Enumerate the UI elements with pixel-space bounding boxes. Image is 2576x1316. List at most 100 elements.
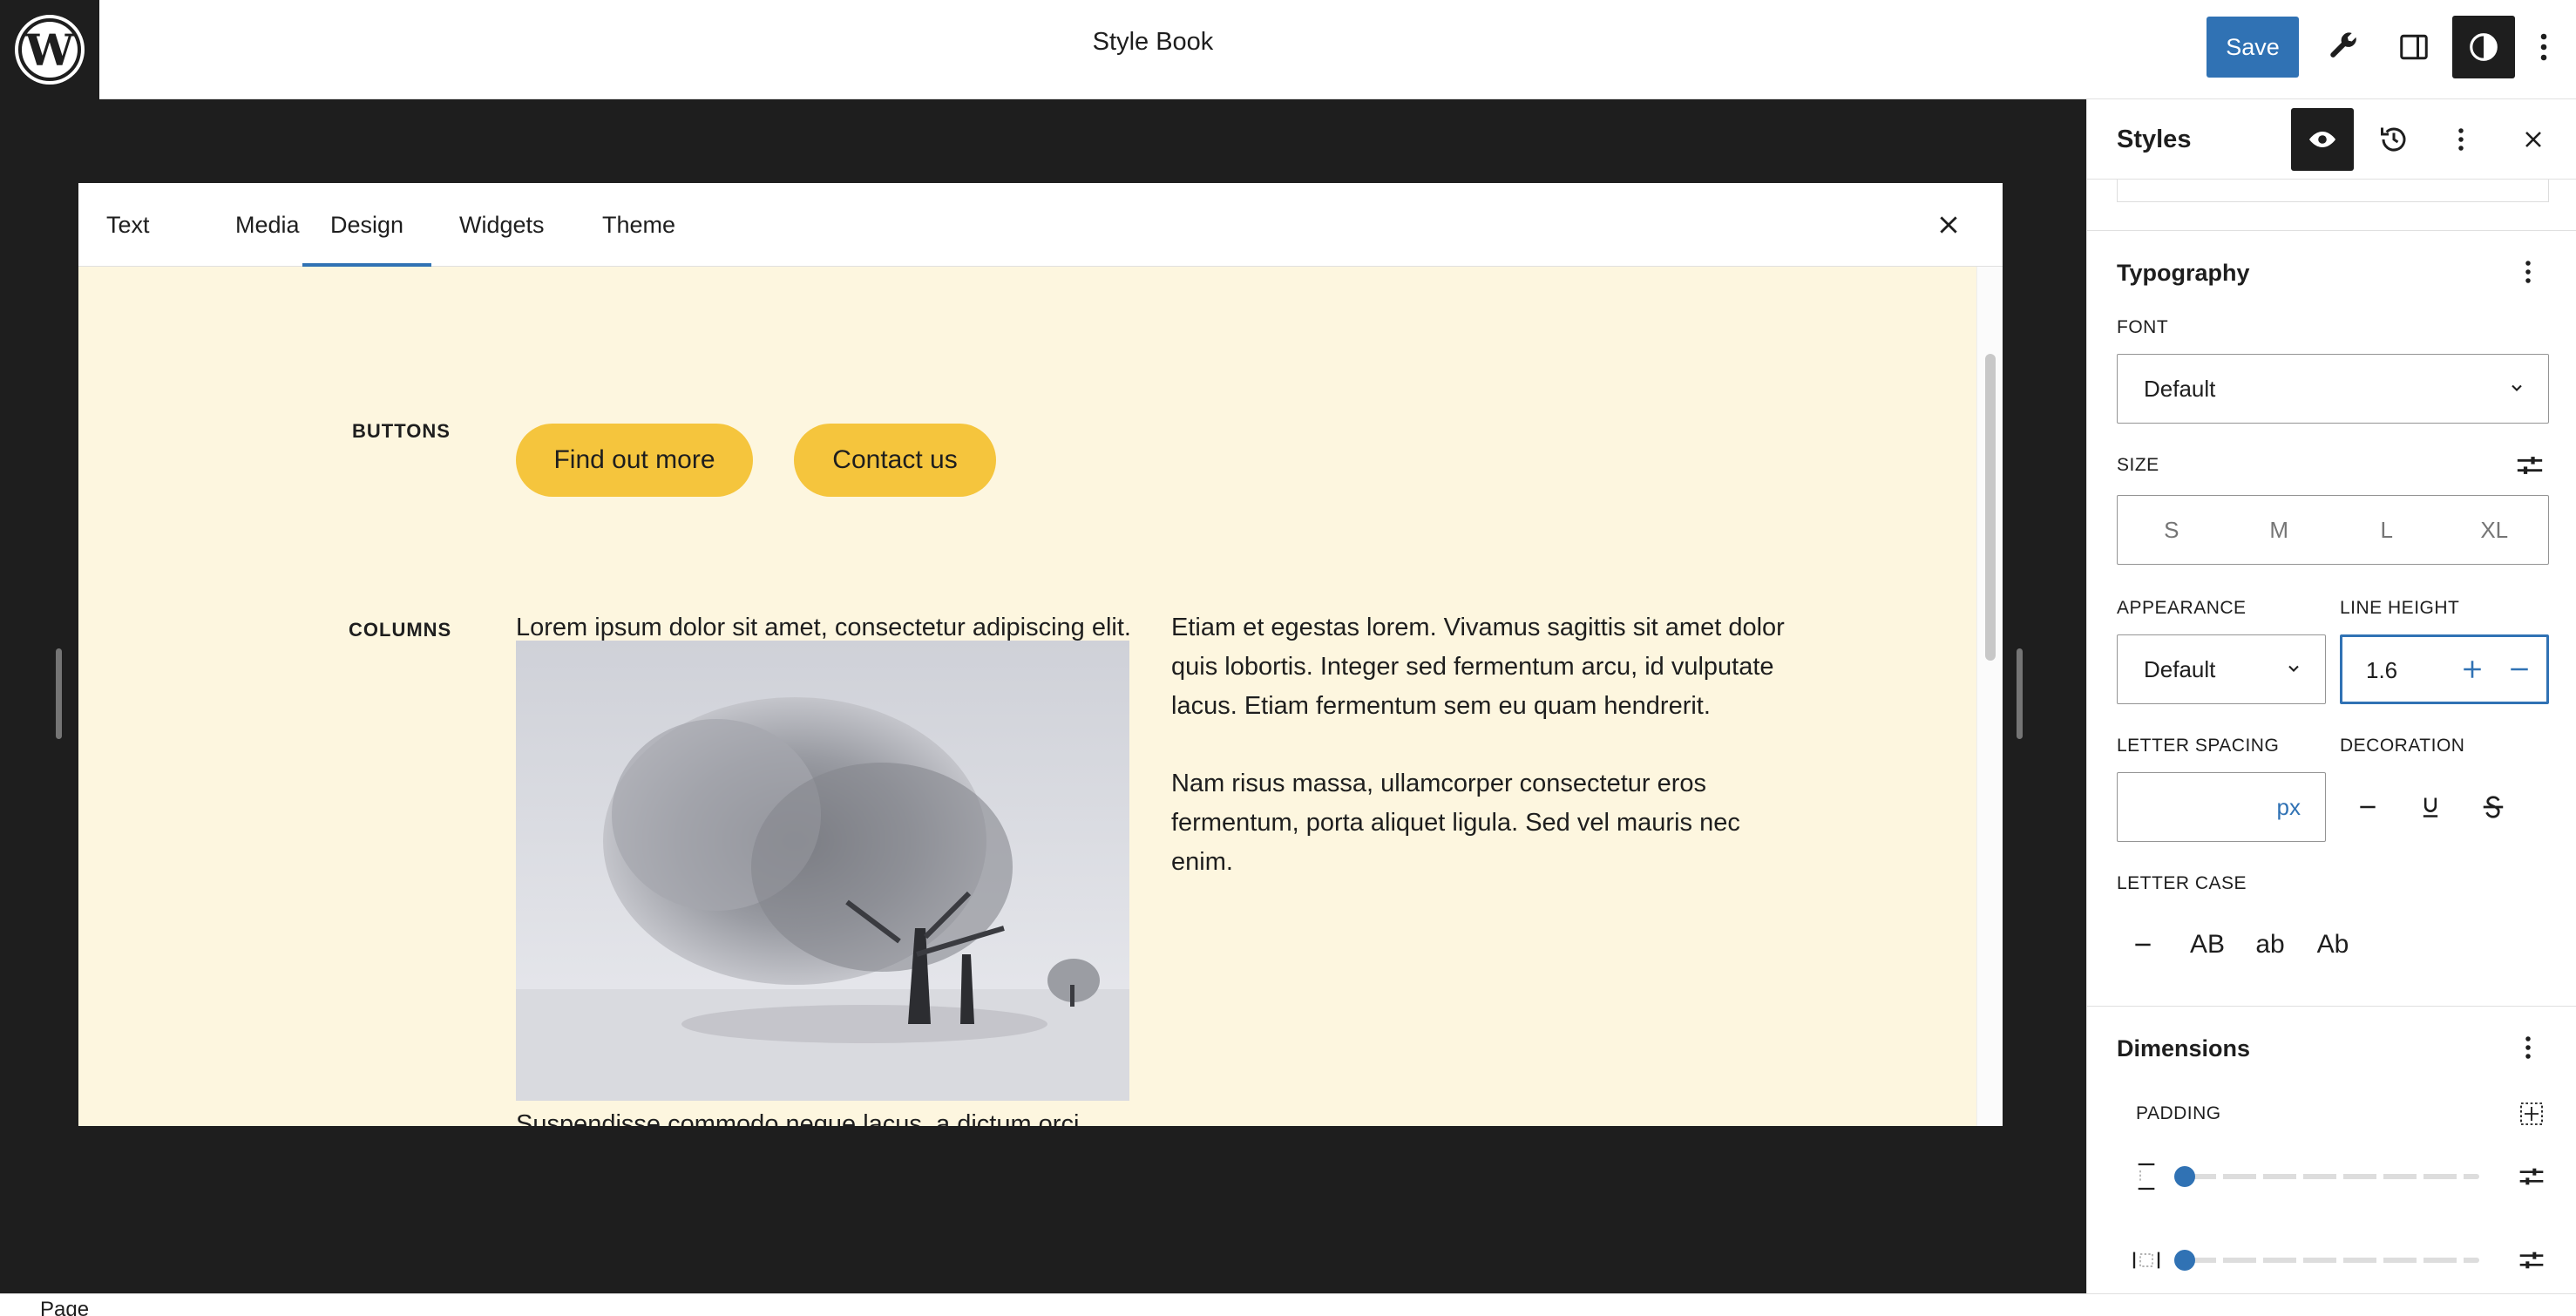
letter-case-lowercase-button[interactable]: ab	[2246, 920, 2295, 969]
padding-vertical-track[interactable]	[2183, 1174, 2479, 1179]
close-icon	[2525, 132, 2541, 147]
padding-horizontal-custom-toggle[interactable]	[2507, 1236, 2556, 1285]
custom-size-toggle[interactable]	[2505, 441, 2554, 490]
decoration-underline-button[interactable]	[2406, 783, 2455, 831]
close-styles-button[interactable]	[2509, 108, 2558, 171]
sidebar-title: Styles	[2117, 125, 2192, 153]
right-resize-handle[interactable]	[2017, 648, 2023, 739]
line-height-decrement-button[interactable]	[2502, 652, 2537, 687]
more-vertical-icon	[2525, 1036, 2531, 1059]
font-size-picker: S M L XL	[2117, 495, 2549, 565]
contact-us-button[interactable]: Contact us	[794, 424, 996, 497]
font-select-value: Default	[2144, 376, 2216, 402]
size-option-xl[interactable]: XL	[2441, 496, 2549, 564]
tools-button[interactable]	[2313, 16, 2376, 78]
settings-sliders-icon	[2517, 457, 2543, 474]
settings-sliders-icon	[2519, 1252, 2544, 1269]
minus-icon	[2135, 943, 2151, 946]
sides-axial-icon	[2520, 1102, 2543, 1125]
letter-case-none-button[interactable]	[2118, 920, 2167, 969]
tab-theme[interactable]: Theme	[574, 183, 703, 267]
typography-options-button[interactable]	[2504, 248, 2552, 296]
close-style-book-button[interactable]	[1928, 204, 1969, 246]
dimensions-title: Dimensions	[2117, 1035, 2251, 1062]
breadcrumb-item-page[interactable]: Page	[40, 1298, 89, 1316]
appearance-select-value: Default	[2144, 656, 2216, 682]
minus-icon	[2511, 668, 2528, 671]
save-button[interactable]: Save	[2207, 17, 2299, 78]
minus-icon	[2360, 805, 2376, 809]
typography-title: Typography	[2117, 260, 2250, 286]
font-label: FONT	[2117, 317, 2169, 337]
section-label-buttons: BUTTONS	[352, 420, 451, 442]
close-icon	[1940, 216, 1957, 234]
strikethrough-icon	[2483, 796, 2504, 818]
options-menu-button[interactable]	[2522, 16, 2566, 78]
find-out-more-button[interactable]: Find out more	[516, 424, 753, 497]
left-resize-handle[interactable]	[56, 648, 62, 739]
padding-link-sides-button[interactable]	[2507, 1089, 2556, 1138]
snowy-tree-image	[516, 641, 1129, 1101]
column-2-paragraph-1: Etiam et egestas lorem. Vivamus sagittis…	[1171, 614, 1785, 720]
size-option-l[interactable]: L	[2333, 496, 2441, 564]
history-icon	[2381, 127, 2406, 152]
letter-spacing-unit-select[interactable]: px	[2277, 794, 2301, 821]
appearance-select[interactable]: Default	[2117, 634, 2326, 704]
style-book-scrollbar[interactable]	[1976, 267, 2003, 1126]
line-height-input[interactable]: 1.6	[2340, 634, 2549, 704]
tab-design[interactable]: Design	[302, 183, 432, 267]
decoration-label: DECORATION	[2340, 736, 2465, 756]
section-label-columns: COLUMNS	[349, 619, 452, 641]
editor-header: W Style Book Save	[0, 0, 2576, 99]
scrollbar-thumb[interactable]	[1985, 354, 1996, 661]
padding-vertical-custom-toggle[interactable]	[2507, 1152, 2556, 1201]
letter-case-capitalize-button[interactable]: Ab	[2308, 920, 2357, 969]
padding-horizontal-icon	[2122, 1236, 2171, 1285]
line-height-label: LINE HEIGHT	[2340, 598, 2460, 618]
size-label: SIZE	[2117, 455, 2159, 475]
more-vertical-icon	[2525, 261, 2531, 283]
wordpress-icon: W	[15, 15, 85, 85]
more-vertical-icon	[2458, 128, 2464, 151]
line-height-increment-button[interactable]	[2455, 652, 2490, 687]
letter-spacing-input[interactable]: px	[2117, 772, 2326, 842]
styles-more-button[interactable]	[2439, 108, 2483, 171]
document-title[interactable]: Style Book	[959, 28, 1347, 57]
padding-vertical-icon	[2122, 1152, 2171, 1201]
settings-sidebar-toggle[interactable]	[2383, 16, 2445, 78]
editor-footer: Page	[0, 1293, 2576, 1316]
divider	[2087, 1006, 2576, 1007]
contrast-icon	[2470, 33, 2498, 61]
styles-sidebar-header: Styles	[2087, 99, 2576, 180]
eye-icon	[2309, 132, 2335, 147]
editor-canvas: Text Media Design Widgets Theme BUTTONS …	[0, 99, 2086, 1293]
size-option-s[interactable]: S	[2118, 496, 2226, 564]
settings-sliders-icon	[2519, 1168, 2544, 1185]
wordpress-logo-button[interactable]: W	[0, 0, 99, 99]
more-vertical-icon	[2540, 33, 2547, 61]
letter-case-label: LETTER CASE	[2117, 873, 2247, 893]
size-option-m[interactable]: M	[2226, 496, 2334, 564]
sidebar-icon	[2400, 34, 2428, 60]
chevron-down-icon	[2512, 384, 2522, 391]
decoration-none-button[interactable]	[2343, 783, 2392, 831]
styles-sidebar: Typography FONT Default SIZE S M L XL AP…	[2086, 99, 2576, 1293]
font-select[interactable]: Default	[2117, 354, 2549, 424]
column-2-paragraph-2: Nam risus massa, ullamcorper consectetur…	[1171, 770, 1740, 876]
style-book-toggle-button[interactable]	[2291, 108, 2354, 171]
appearance-label: APPEARANCE	[2117, 598, 2247, 618]
decoration-strikethrough-button[interactable]	[2469, 783, 2518, 831]
styles-button[interactable]	[2452, 16, 2515, 78]
letter-case-uppercase-button[interactable]: AB	[2183, 920, 2232, 969]
padding-horizontal-slider-thumb[interactable]	[2174, 1250, 2195, 1271]
wrench-icon	[2330, 32, 2356, 58]
revisions-button[interactable]	[2362, 108, 2425, 171]
tab-text[interactable]: Text	[78, 183, 178, 267]
style-book-panel: Text Media Design Widgets Theme BUTTONS …	[78, 183, 2003, 1126]
image-caption: Suspendisse commodo neque lacus, a dictu…	[516, 1110, 1080, 1126]
padding-horizontal-track[interactable]	[2183, 1258, 2479, 1263]
tab-widgets[interactable]: Widgets	[431, 183, 573, 267]
dimensions-options-button[interactable]	[2504, 1023, 2552, 1072]
padding-vertical-slider-thumb[interactable]	[2174, 1166, 2195, 1187]
plus-icon	[2464, 661, 2481, 678]
